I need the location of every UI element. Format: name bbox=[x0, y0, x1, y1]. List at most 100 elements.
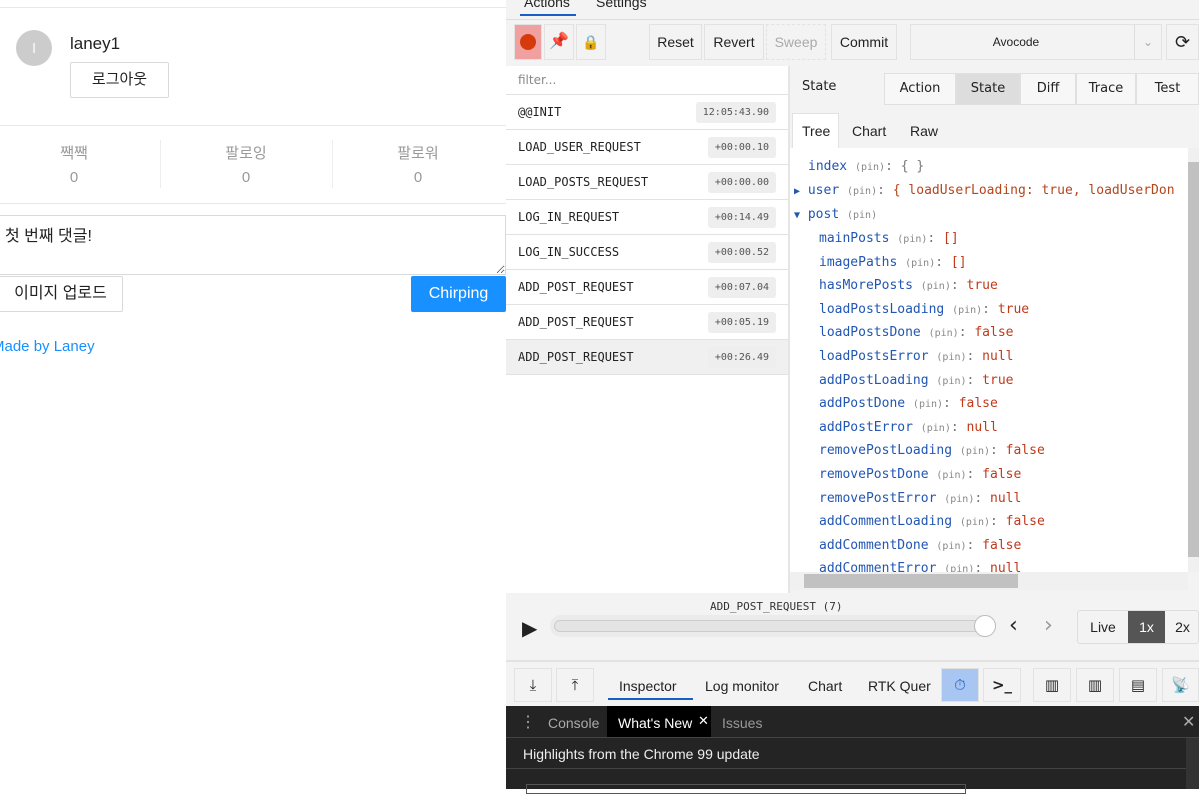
pin-link[interactable]: (pin) bbox=[960, 517, 990, 528]
pin-link[interactable]: (pin) bbox=[944, 494, 974, 505]
panel-tab-trace[interactable]: Trace bbox=[1076, 73, 1136, 105]
tab-settings[interactable]: Settings bbox=[596, 0, 647, 10]
tree-node-user[interactable]: ▶ user (pin): { loadUserLoading: true, l… bbox=[794, 183, 1175, 198]
pin-link[interactable]: (pin) bbox=[905, 258, 935, 269]
tab-actions[interactable]: Actions bbox=[524, 0, 570, 10]
sweep-button[interactable]: Sweep bbox=[766, 24, 826, 60]
close-tab-icon[interactable]: ✕ bbox=[698, 713, 709, 729]
action-row[interactable]: LOG_IN_SUCCESS +00:00.52 bbox=[506, 235, 788, 270]
lock-button[interactable]: 🔒 bbox=[576, 24, 606, 60]
collapse-arrow-icon[interactable]: ▼ bbox=[794, 210, 800, 221]
dock-left-button[interactable]: ▥ bbox=[1033, 668, 1071, 702]
export-button[interactable]: ⤒ bbox=[556, 668, 594, 702]
slider-handle[interactable] bbox=[974, 615, 996, 637]
pin-link[interactable]: (pin) bbox=[944, 564, 974, 572]
tree-node[interactable]: addCommentDone (pin): false bbox=[819, 538, 1021, 553]
tree-node-post[interactable]: ▼ post (pin) bbox=[794, 207, 877, 222]
monitor-tab-inspector[interactable]: Inspector bbox=[619, 678, 677, 694]
action-row[interactable]: @@INIT 12:05:43.90 bbox=[506, 95, 788, 130]
dispatcher-button[interactable]: ⏱ bbox=[941, 668, 979, 702]
footer-link[interactable]: Made by Laney bbox=[0, 338, 95, 355]
more-menu-icon[interactable]: ⋮ bbox=[520, 712, 536, 732]
pin-link[interactable]: (pin) bbox=[952, 305, 982, 316]
dock-bottom-button[interactable]: ▤ bbox=[1119, 668, 1157, 702]
tree-node-index[interactable]: index (pin): { } bbox=[808, 159, 924, 174]
tree-node[interactable]: removePostLoading (pin): false bbox=[819, 443, 1045, 458]
scrollbar-thumb[interactable] bbox=[1188, 162, 1199, 557]
filter-input[interactable]: filter... bbox=[506, 66, 788, 95]
action-row[interactable]: LOAD_USER_REQUEST +00:00.10 bbox=[506, 130, 788, 165]
pin-link[interactable]: (pin) bbox=[897, 234, 927, 245]
expand-arrow-icon[interactable]: ▶ bbox=[794, 186, 800, 197]
remote-button[interactable]: 📡 bbox=[1162, 668, 1199, 702]
pin-link[interactable]: (pin) bbox=[921, 423, 951, 434]
dock-right-button[interactable]: ▥ bbox=[1076, 668, 1114, 702]
reset-button[interactable]: Reset bbox=[649, 24, 702, 60]
pin-link[interactable]: (pin) bbox=[936, 541, 966, 552]
tree-node[interactable]: addPostDone (pin): false bbox=[819, 396, 998, 411]
pin-link[interactable]: (pin) bbox=[847, 186, 877, 197]
action-row[interactable]: LOG_IN_REQUEST +00:14.49 bbox=[506, 200, 788, 235]
tree-node[interactable]: loadPostsError (pin): null bbox=[819, 349, 1013, 364]
speed-2x[interactable]: 2x bbox=[1165, 611, 1199, 643]
pin-link[interactable]: (pin) bbox=[929, 328, 959, 339]
tree-node[interactable]: addPostError (pin): null bbox=[819, 420, 998, 435]
panel-tab-test[interactable]: Test bbox=[1136, 73, 1199, 105]
vertical-scrollbar[interactable] bbox=[1188, 148, 1199, 572]
drawer-scrollbar[interactable] bbox=[1186, 738, 1199, 789]
action-row[interactable]: LOAD_POSTS_REQUEST +00:00.00 bbox=[506, 165, 788, 200]
chirping-submit-button[interactable]: Chirping bbox=[411, 276, 506, 312]
monitor-tab-log[interactable]: Log monitor bbox=[705, 678, 779, 694]
tree-node[interactable]: addPostLoading (pin): true bbox=[819, 373, 1013, 388]
pin-link[interactable]: (pin) bbox=[847, 210, 877, 221]
speed-1x[interactable]: 1x bbox=[1128, 611, 1165, 643]
terminal-button[interactable]: >_ bbox=[983, 668, 1021, 702]
stat-following[interactable]: 팔로잉 0 bbox=[166, 142, 326, 190]
close-drawer-icon[interactable]: ✕ bbox=[1182, 712, 1195, 732]
import-button[interactable]: ⤓ bbox=[514, 668, 552, 702]
action-row[interactable]: ADD_POST_REQUEST +00:07.04 bbox=[506, 270, 788, 305]
tree-node[interactable]: loadPostsLoading (pin): true bbox=[819, 302, 1029, 317]
panel-tab-diff[interactable]: Diff bbox=[1020, 73, 1076, 105]
stat-followers[interactable]: 팔로워 0 bbox=[338, 142, 498, 190]
timeline-slider[interactable] bbox=[550, 615, 996, 637]
tree-node[interactable]: addCommentError (pin): null bbox=[819, 561, 1021, 572]
commit-button[interactable]: Commit bbox=[831, 24, 897, 60]
pin-link[interactable]: (pin) bbox=[936, 470, 966, 481]
drawer-tab-whats-new[interactable]: What's New ✕ bbox=[607, 706, 711, 737]
comment-textarea[interactable]: 첫 번째 댓글! bbox=[0, 215, 506, 275]
tree-node[interactable]: loadPostsDone (pin): false bbox=[819, 325, 1013, 340]
record-button[interactable] bbox=[514, 24, 542, 60]
monitor-tab-rtk-query[interactable]: RTK Quer bbox=[868, 678, 933, 694]
sync-button[interactable]: ⟳ bbox=[1166, 24, 1199, 60]
drawer-tab-issues[interactable]: Issues bbox=[722, 715, 762, 731]
tree-node[interactable]: addCommentLoading (pin): false bbox=[819, 514, 1045, 529]
image-upload-button[interactable]: 이미지 업로드 bbox=[0, 276, 123, 312]
revert-button[interactable]: Revert bbox=[704, 24, 764, 60]
pin-link[interactable]: (pin) bbox=[921, 281, 951, 292]
subtab-raw[interactable]: Raw bbox=[910, 123, 938, 139]
panel-tab-state[interactable]: State bbox=[956, 73, 1020, 105]
monitor-tab-chart[interactable]: Chart bbox=[808, 678, 842, 694]
tree-node[interactable]: removePostDone (pin): false bbox=[819, 467, 1021, 482]
instance-select[interactable]: Avocode ⌄ bbox=[910, 24, 1162, 60]
pin-link[interactable]: (pin) bbox=[913, 399, 943, 410]
pin-link[interactable]: (pin) bbox=[855, 162, 885, 173]
tree-node[interactable]: hasMorePosts (pin): true bbox=[819, 278, 998, 293]
speed-live[interactable]: Live bbox=[1078, 611, 1128, 643]
subtab-tree[interactable]: Tree bbox=[802, 123, 830, 139]
pin-link[interactable]: (pin) bbox=[960, 446, 990, 457]
drawer-tab-console[interactable]: Console bbox=[548, 715, 599, 731]
pin-link[interactable]: (pin) bbox=[936, 376, 966, 387]
stat-tweets[interactable]: 짹짹 0 bbox=[0, 142, 154, 190]
horizontal-scrollbar[interactable] bbox=[790, 572, 1188, 590]
action-row[interactable]: ADD_POST_REQUEST +00:05.19 bbox=[506, 305, 788, 340]
action-row[interactable]: ADD_POST_REQUEST +00:26.49 bbox=[506, 340, 788, 375]
logout-button[interactable]: 로그아웃 bbox=[70, 62, 169, 98]
tree-node[interactable]: mainPosts (pin): [] bbox=[819, 231, 959, 246]
pin-button[interactable]: 📌 bbox=[544, 24, 574, 60]
tree-node[interactable]: removePostError (pin): null bbox=[819, 491, 1021, 506]
subtab-chart[interactable]: Chart bbox=[852, 123, 886, 139]
pin-link[interactable]: (pin) bbox=[936, 352, 966, 363]
next-button[interactable]: › bbox=[1044, 613, 1053, 638]
